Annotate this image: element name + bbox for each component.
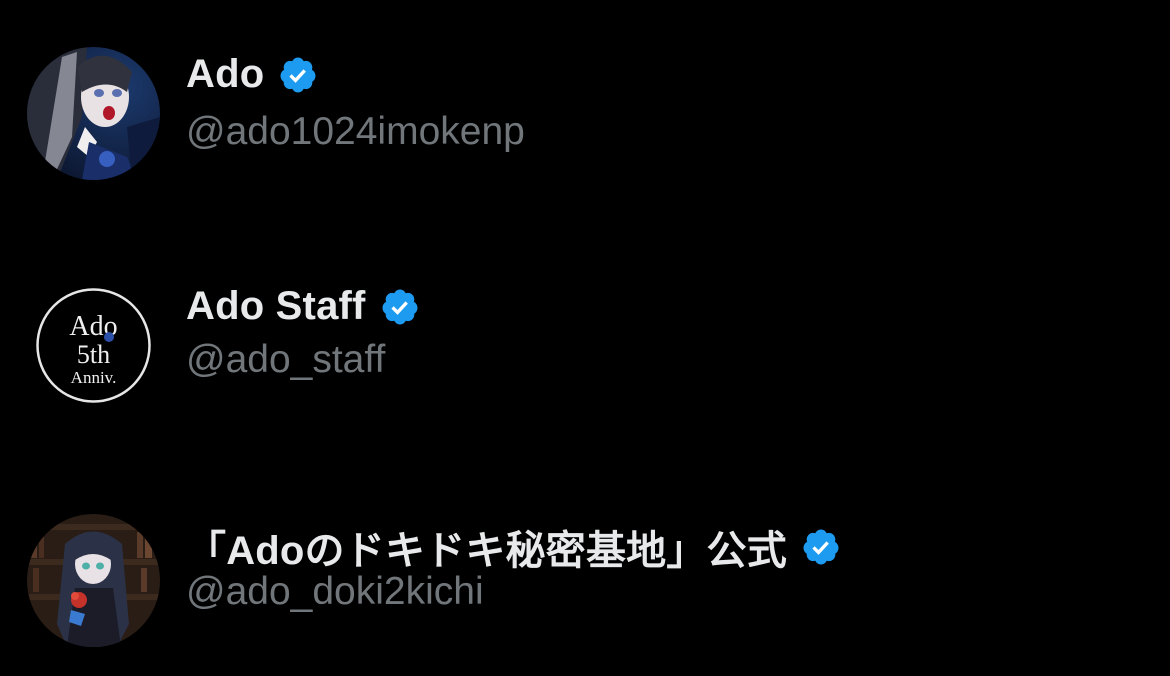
- name-line: 「Adoのドキドキ秘密基地」公式: [186, 518, 841, 576]
- avatar-anime-girl-bookshelf-icon: [27, 514, 160, 647]
- user-row-ado[interactable]: Ado @ado1024imokenp: [0, 40, 1170, 190]
- verified-badge-icon: [280, 57, 316, 92]
- user-row-ado-doki2kichi[interactable]: 「Adoのドキドキ秘密基地」公式 @ado_doki2kichi: [0, 508, 1170, 658]
- verified-badge-icon: [382, 289, 418, 324]
- user-handle[interactable]: @ado1024imokenp: [186, 110, 525, 154]
- user-handle[interactable]: @ado_staff: [186, 338, 385, 382]
- display-name[interactable]: Ado Staff: [186, 284, 366, 329]
- avatar[interactable]: [27, 514, 160, 647]
- logo-text-anniv: Anniv.: [71, 368, 117, 387]
- verified-badge-icon: [803, 529, 839, 565]
- name-line: Ado: [186, 52, 318, 97]
- avatar-anime-girl-icon: [27, 47, 160, 180]
- name-line: Ado Staff: [186, 284, 420, 329]
- logo-text-5th: 5th: [77, 340, 110, 369]
- display-name[interactable]: 「Adoのドキドキ秘密基地」公式: [186, 518, 787, 576]
- display-name[interactable]: Ado: [186, 52, 264, 97]
- avatar[interactable]: [27, 47, 160, 180]
- user-row-ado-staff[interactable]: Ado 5th Anniv. Ado Staff @ado_staff: [0, 272, 1170, 422]
- avatar-5th-anniversary-logo-icon: Ado 5th Anniv.: [27, 279, 160, 412]
- user-handle[interactable]: @ado_doki2kichi: [186, 570, 484, 614]
- avatar[interactable]: Ado 5th Anniv.: [27, 279, 160, 412]
